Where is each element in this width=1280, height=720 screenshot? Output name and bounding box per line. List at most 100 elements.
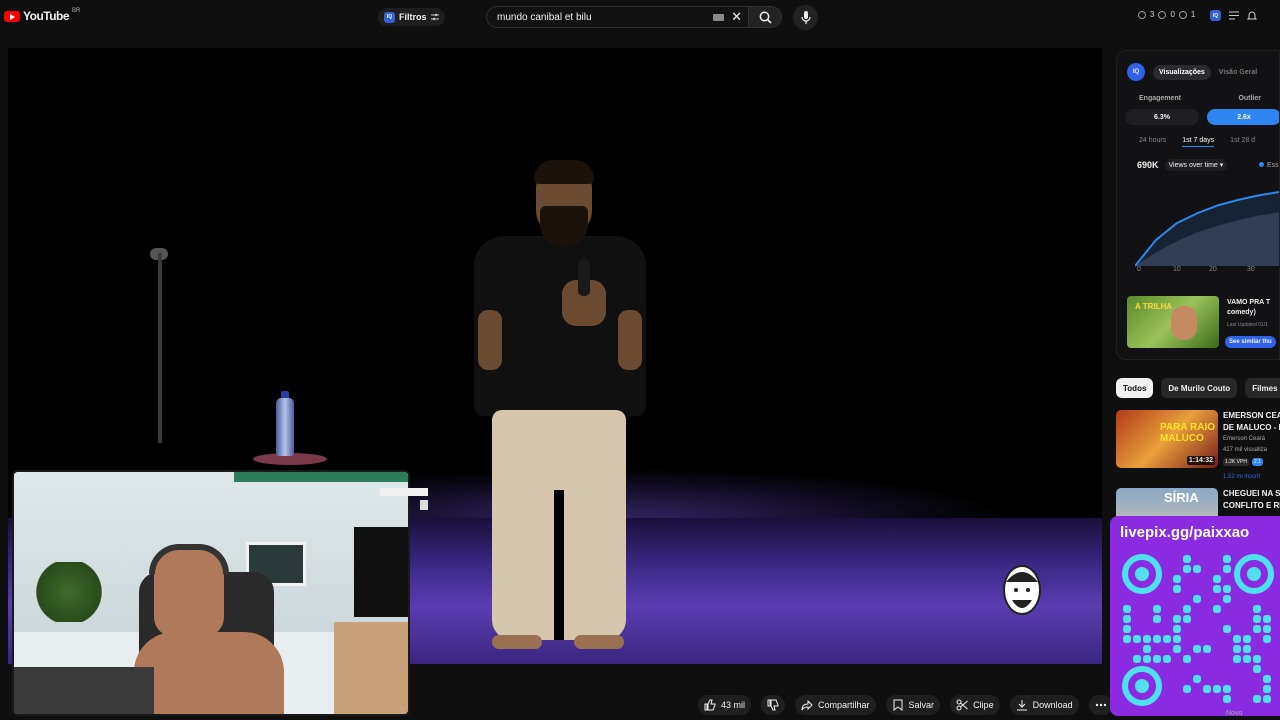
filters-button[interactable]: IQ Filtros bbox=[378, 8, 445, 26]
performer-hair bbox=[534, 160, 594, 184]
dislike-button[interactable] bbox=[761, 695, 786, 715]
qr-module bbox=[1193, 565, 1201, 573]
download-button[interactable]: Download bbox=[1009, 695, 1079, 715]
webcam-plant bbox=[34, 562, 104, 622]
qr-module bbox=[1123, 605, 1131, 613]
chip-channel[interactable]: De Murilo Couto bbox=[1161, 378, 1238, 398]
views-dropdown[interactable]: Views over time ▾ bbox=[1164, 159, 1228, 171]
save-button[interactable]: Salvar bbox=[885, 695, 941, 715]
qr-module bbox=[1173, 615, 1181, 623]
qr-code-icon bbox=[1122, 554, 1274, 706]
top-bar: YouTube BR IQ Filtros mundo canibal et b… bbox=[0, 0, 1280, 36]
download-label: Download bbox=[1032, 700, 1073, 710]
qr-module bbox=[1223, 695, 1231, 703]
qr-module bbox=[1173, 625, 1181, 633]
bookmark-icon bbox=[893, 699, 903, 711]
qr-module bbox=[1173, 645, 1181, 653]
qr-module bbox=[1233, 645, 1241, 653]
performer bbox=[470, 160, 650, 660]
app-window: YouTube BR IQ Filtros mundo canibal et b… bbox=[0, 0, 1280, 720]
see-similar-button[interactable]: See similar thu bbox=[1225, 336, 1276, 348]
engagement-value: 6.3% bbox=[1125, 109, 1199, 125]
clock-icon bbox=[1138, 10, 1146, 19]
tab-overview[interactable]: Visão Geral bbox=[1219, 69, 1257, 76]
qr-module bbox=[1213, 585, 1221, 593]
save-label: Salvar bbox=[908, 700, 935, 710]
views-dropdown-label: Views over time bbox=[1168, 162, 1218, 169]
metric-values: 6.3% 2.6x bbox=[1125, 109, 1279, 125]
qr-module bbox=[1173, 575, 1181, 583]
rec-thumb-text: A TRILHA bbox=[1135, 302, 1173, 311]
water-bottle bbox=[276, 398, 294, 456]
outlier-value: 2.6x bbox=[1207, 109, 1279, 125]
qr-module bbox=[1233, 635, 1241, 643]
chip-films[interactable]: Filmes d bbox=[1245, 378, 1280, 398]
qr-module bbox=[1263, 685, 1271, 693]
period-24h[interactable]: 24 hours bbox=[1139, 137, 1166, 147]
qr-module bbox=[1123, 625, 1131, 633]
period-28d[interactable]: 1st 28 d bbox=[1230, 137, 1255, 147]
performer-arm-right bbox=[618, 310, 642, 370]
rec-thumb-face bbox=[1171, 306, 1197, 340]
qr-module bbox=[1123, 615, 1131, 623]
x-tick: 0 bbox=[1137, 266, 1141, 273]
qr-module bbox=[1163, 635, 1171, 643]
qr-module bbox=[1143, 635, 1151, 643]
webcam-desk bbox=[14, 667, 154, 714]
qr-finder-center bbox=[1135, 679, 1149, 693]
chip-all[interactable]: Todos bbox=[1116, 378, 1154, 398]
qr-module bbox=[1223, 685, 1231, 693]
qr-module bbox=[1123, 635, 1131, 643]
livepix-overlay: livepix.gg/paixxao bbox=[1110, 516, 1280, 716]
x-tick: 30 bbox=[1247, 266, 1255, 273]
clear-search-icon[interactable]: ✕ bbox=[731, 9, 742, 25]
performer-beard bbox=[540, 206, 588, 246]
engagement-label: Engagement bbox=[1139, 95, 1182, 102]
related-thumbnail: PARA RAIO MALUCO 1:14:32 bbox=[1116, 410, 1218, 468]
performer-foot-right bbox=[574, 635, 624, 649]
qr-module bbox=[1233, 655, 1241, 663]
x-tick: 10 bbox=[1173, 266, 1181, 273]
qr-module bbox=[1143, 655, 1151, 663]
keyboard-icon[interactable] bbox=[713, 14, 724, 21]
qr-module bbox=[1263, 675, 1271, 683]
like-button[interactable]: 43 mil bbox=[698, 695, 752, 715]
list-icon[interactable] bbox=[1229, 11, 1239, 20]
search-button[interactable] bbox=[748, 6, 782, 28]
recommended-card[interactable]: A TRILHA VAMO PRA T comedy) Last Updated… bbox=[1127, 296, 1279, 352]
views-header: 690K Views over time ▾ bbox=[1137, 159, 1228, 171]
youtube-logo[interactable]: YouTube BR bbox=[4, 8, 81, 23]
voice-search-button[interactable] bbox=[793, 5, 818, 30]
qr-module bbox=[1263, 695, 1271, 703]
qr-module bbox=[1173, 585, 1181, 593]
new-badge: Novo bbox=[1226, 710, 1243, 717]
qr-module bbox=[1213, 605, 1221, 613]
counter-2: 0 bbox=[1170, 10, 1175, 19]
qr-module bbox=[1153, 655, 1161, 663]
related-video[interactable]: PARA RAIO MALUCO 1:14:32 EMERSON CEA DE … bbox=[1116, 410, 1280, 480]
clip-button[interactable]: Clipe bbox=[950, 695, 1000, 715]
more-actions-button[interactable] bbox=[1088, 695, 1113, 715]
streamer-body bbox=[134, 632, 284, 714]
iq-logo-icon: IQ bbox=[1127, 63, 1145, 81]
qr-module bbox=[1223, 625, 1231, 633]
share-button[interactable]: Compartilhar bbox=[795, 695, 876, 715]
vph-badge: 1.2K VPH bbox=[1223, 458, 1249, 466]
qr-module bbox=[1183, 655, 1191, 663]
qr-module bbox=[1203, 645, 1211, 653]
qr-module bbox=[1183, 565, 1191, 573]
share-label: Compartilhar bbox=[818, 700, 870, 710]
thumbs-up-icon bbox=[704, 699, 716, 711]
related-title-line: DE MALUCO - E bbox=[1223, 423, 1280, 432]
logo-region: BR bbox=[72, 8, 81, 14]
search-input[interactable]: mundo canibal et bilu ✕ bbox=[486, 6, 748, 28]
qr-module bbox=[1223, 565, 1231, 573]
bell-icon[interactable] bbox=[1247, 11, 1257, 21]
iq-extension-icon[interactable]: IQ bbox=[1210, 10, 1221, 21]
livepix-url: livepix.gg/paixxao bbox=[1120, 524, 1250, 541]
qr-module bbox=[1243, 635, 1251, 643]
tab-views[interactable]: Visualizações bbox=[1153, 64, 1211, 80]
more-horizontal-icon bbox=[1095, 703, 1106, 707]
period-7d[interactable]: 1st 7 days bbox=[1182, 137, 1215, 147]
qr-module bbox=[1193, 645, 1201, 653]
